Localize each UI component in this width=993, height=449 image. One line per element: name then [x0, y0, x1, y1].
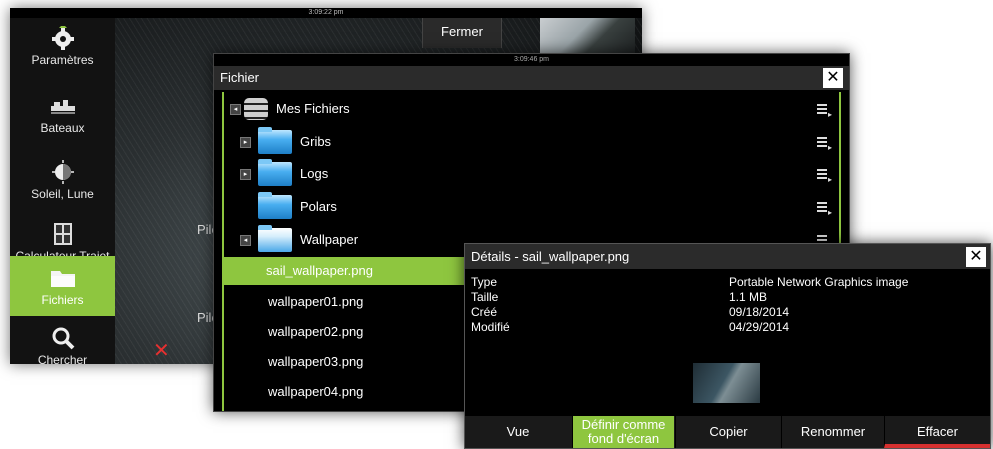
- folder-open-icon: [258, 225, 292, 252]
- tree-item-label: wallpaper03.png: [268, 354, 364, 369]
- sun-moon-icon: [51, 160, 74, 184]
- folder-icon: [258, 159, 292, 186]
- tree-item-label: wallpaper05.png: [268, 402, 363, 411]
- set-wallpaper-button[interactable]: Définir comme fond d'écran: [572, 416, 674, 448]
- tree-item-label: Mes Fichiers: [276, 101, 350, 116]
- detail-value-modified: 04/29/2014: [729, 320, 790, 334]
- item-menu-icon[interactable]: [817, 100, 832, 130]
- detail-key-modified: Modifié: [471, 320, 510, 334]
- status-clock: 3:09:22 pm: [10, 8, 642, 18]
- expand-icon[interactable]: ▸: [240, 169, 251, 180]
- delete-button[interactable]: Effacer: [884, 416, 990, 448]
- calculator-icon: [53, 223, 72, 245]
- tree-item-gribs[interactable]: ▸ Gribs: [224, 127, 839, 163]
- close-button[interactable]: ✕: [823, 68, 843, 88]
- item-menu-icon[interactable]: [817, 133, 832, 163]
- sidebar: Paramètres Bateaux Soleil, Lune Fichiers…: [10, 18, 115, 364]
- detail-key-created: Créé: [471, 305, 498, 319]
- sidebar-item-parametres[interactable]: Paramètres: [10, 18, 115, 80]
- collapse-icon[interactable]: ◂: [240, 235, 251, 246]
- fermer-button[interactable]: Fermer: [422, 18, 502, 48]
- chart-thumbnail[interactable]: [540, 18, 635, 58]
- gear-icon: [51, 26, 74, 50]
- tree-item-mes-fichiers[interactable]: ◂ Mes Fichiers: [224, 94, 839, 130]
- detail-value-size: 1.1 MB: [729, 290, 768, 304]
- detail-value-type: Portable Network Graphics image: [729, 275, 909, 289]
- sidebar-item-label: Chercher: [37, 353, 88, 364]
- view-button[interactable]: Vue: [465, 416, 571, 448]
- tree-item-label: wallpaper01.png: [268, 294, 364, 309]
- tree-item-logs[interactable]: ▸ Logs: [224, 159, 839, 195]
- detail-value-created: 09/18/2014: [729, 305, 790, 319]
- tree-item-label: Gribs: [300, 134, 332, 149]
- copy-button[interactable]: Copier: [675, 416, 781, 448]
- tree-item-label: Polars: [300, 199, 337, 214]
- storage-icon: [244, 98, 268, 120]
- sidebar-item-label: Soleil, Lune: [31, 187, 94, 201]
- tree-connector: [254, 257, 255, 283]
- folder-icon: [258, 192, 292, 219]
- status-clock: 3:09:46 pm: [513, 56, 550, 63]
- close-button[interactable]: ✕: [966, 247, 986, 267]
- folder-icon: [258, 127, 292, 154]
- tree-item-label: Wallpaper: [300, 232, 359, 247]
- collapse-icon[interactable]: ◂: [230, 104, 241, 115]
- sidebar-item-label: Paramètres: [31, 53, 94, 67]
- tree-item-polars[interactable]: Polars: [224, 192, 839, 228]
- sidebar-item-chercher[interactable]: Chercher: [10, 318, 115, 364]
- details-dialog: Détails - sail_wallpaper.png ✕ Type Tail…: [464, 243, 991, 449]
- image-preview: [693, 363, 760, 403]
- action-bar: Vue Définir comme fond d'écran Copier Re…: [465, 416, 990, 448]
- folder-icon: [50, 271, 75, 287]
- item-menu-icon[interactable]: [817, 198, 832, 228]
- tree-item-label: wallpaper02.png: [268, 324, 364, 339]
- rename-button[interactable]: Renommer: [781, 416, 884, 448]
- expand-icon[interactable]: ▸: [240, 137, 251, 148]
- item-menu-icon[interactable]: [817, 165, 832, 195]
- ships-icon: [50, 100, 75, 114]
- window-title: Fichier: [214, 66, 849, 90]
- sidebar-item-soleil-lune[interactable]: Soleil, Lune: [10, 152, 115, 214]
- detail-key-size: Taille: [471, 290, 499, 304]
- tree-item-label: sail_wallpaper.png: [266, 263, 373, 278]
- detail-key-type: Type: [471, 275, 498, 289]
- sidebar-item-fichiers[interactable]: Fichiers: [10, 256, 115, 316]
- search-icon: [52, 327, 74, 350]
- sidebar-item-label: Bateaux: [40, 121, 85, 135]
- tree-item-label: Logs: [300, 166, 329, 181]
- sidebar-item-label: Fichiers: [41, 293, 84, 307]
- sidebar-item-bateaux[interactable]: Bateaux: [10, 86, 115, 148]
- dialog-title: Détails - sail_wallpaper.png: [465, 244, 990, 269]
- mob-marker-icon: ✕: [153, 340, 170, 362]
